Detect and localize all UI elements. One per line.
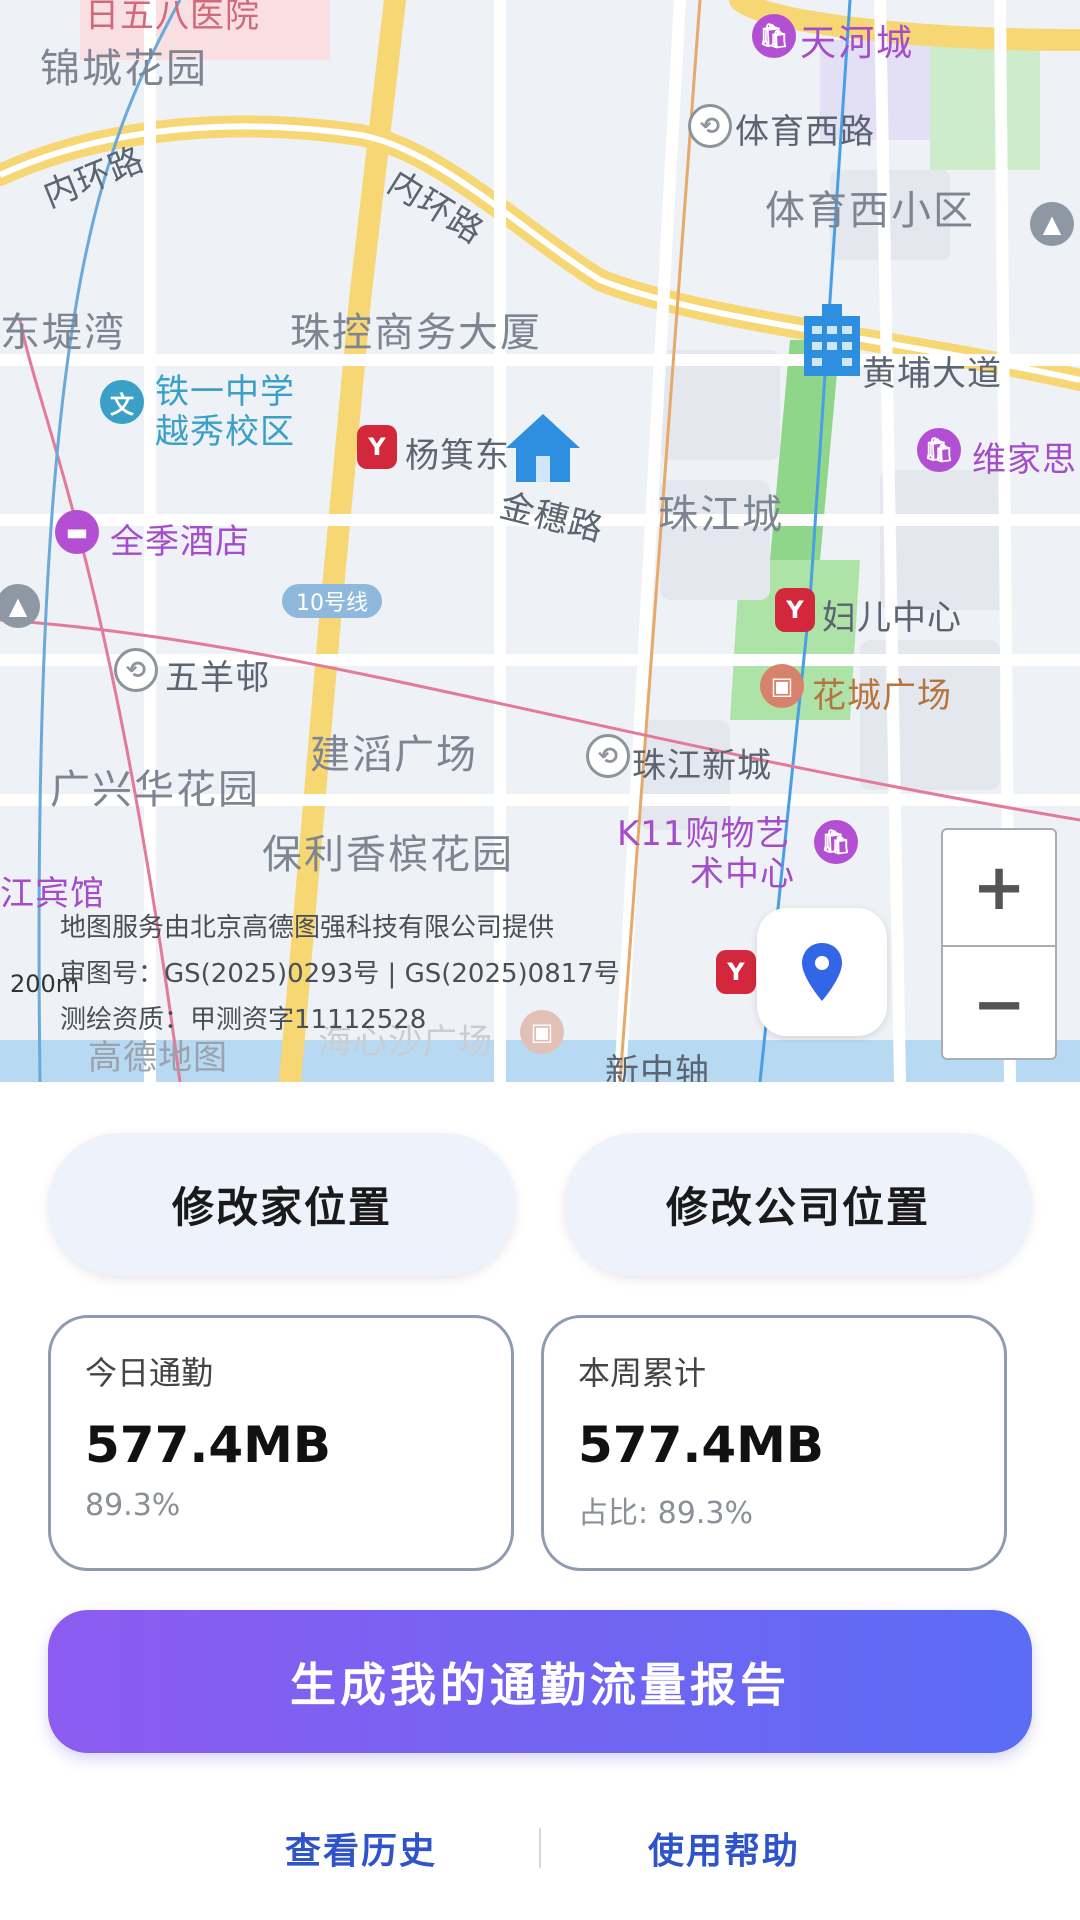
- card-title: 今日通勤: [85, 1354, 214, 1392]
- map-label-guangxing: 广兴华花园: [50, 767, 260, 813]
- map-label-zhujiang-city: 珠江城: [658, 492, 784, 538]
- map-label-jiandao: 建滔广场: [310, 732, 478, 778]
- generate-report-button[interactable]: 生成我的通勤流量报告: [48, 1610, 1032, 1753]
- map-label-zhujiang-new: 珠江新城: [632, 746, 772, 786]
- map-label-dongti: 东堤湾: [0, 310, 126, 356]
- edit-home-button[interactable]: 修改家位置: [48, 1133, 516, 1276]
- help-link[interactable]: 使用帮助: [648, 1822, 800, 1874]
- footer-divider: [539, 1828, 541, 1868]
- edit-company-button[interactable]: 修改公司位置: [564, 1133, 1032, 1276]
- locate-button[interactable]: [757, 908, 887, 1036]
- shopping-bag-icon[interactable]: 🛍: [917, 428, 961, 472]
- map-label-huacheng: 花城广场: [812, 676, 952, 716]
- map-attribution: 地图服务由北京高德图强科技有限公司提供 审图号：GS(2025)0293号 | …: [60, 905, 620, 1043]
- card-title: 本周累计: [578, 1354, 707, 1392]
- metro-station-icon-yangji[interactable]: Y: [357, 425, 397, 469]
- zoom-in-button[interactable]: +: [943, 830, 1055, 947]
- map-label-fuer: 妇儿中心: [822, 598, 962, 638]
- map-label-quanji: 全季酒店: [110, 522, 250, 562]
- home-marker-icon[interactable]: [502, 410, 584, 484]
- map-label-tiyu-district: 体育西小区: [765, 188, 975, 234]
- map-label-huangpu: 黄埔大道: [862, 354, 1002, 394]
- metro-transfer-icon[interactable]: ⟲: [114, 648, 158, 692]
- attribution-line-1: 地图服务由北京高德图强科技有限公司提供: [60, 913, 555, 943]
- map-label-tieyi-2: 越秀校区: [155, 412, 295, 452]
- map-label-tianhe: 天河城: [800, 23, 915, 64]
- card-value: 577.4MB: [85, 1416, 332, 1474]
- card-subtext: 89.3%: [85, 1488, 181, 1523]
- metro-transfer-icon[interactable]: ⟲: [586, 734, 630, 778]
- metro-station-icon-fuer[interactable]: Y: [775, 588, 815, 632]
- map-label-tiyu-road: 体育西路: [735, 112, 875, 152]
- map-label-weijia: 维家思: [972, 440, 1077, 480]
- school-icon[interactable]: 文: [100, 380, 144, 424]
- shopping-bag-icon[interactable]: 🛍: [752, 14, 796, 58]
- map-label-k11-2: 术中心: [690, 854, 795, 894]
- map-view[interactable]: 锦城花园 内环路 内环路 天河城 体育西路 体育西小区 东堤湾 珠控商务大厦 铁…: [0, 0, 1080, 1082]
- metro-station-icon[interactable]: Y: [716, 950, 756, 994]
- attribution-line-2: 审图号：GS(2025)0293号 | GS(2025)0817号: [60, 959, 620, 989]
- map-label-jincheng: 锦城花园: [40, 46, 208, 92]
- week-total-card: 本周累计 577.4MB 占比: 89.3%: [541, 1315, 1007, 1571]
- hotel-icon[interactable]: ▬: [55, 510, 99, 554]
- attribution-line-3: 测绘资质：甲测资字11112528: [60, 1005, 427, 1035]
- map-label-baoli: 保利香槟花园: [262, 832, 514, 878]
- company-marker-icon[interactable]: [796, 300, 868, 380]
- card-value: 577.4MB: [578, 1416, 825, 1474]
- zoom-out-button[interactable]: −: [943, 947, 1055, 1062]
- card-subtext: 占比: 89.3%: [578, 1496, 753, 1531]
- location-pin-icon: [802, 943, 842, 1001]
- map-scale: 200m: [10, 970, 80, 998]
- view-history-link[interactable]: 查看历史: [285, 1822, 437, 1874]
- map-label-zhukong: 珠控商务大厦: [290, 310, 542, 356]
- shopping-bag-icon[interactable]: 🛍: [814, 820, 858, 864]
- zoom-control: + −: [941, 828, 1057, 1060]
- metro-line-badge: 10号线: [282, 584, 382, 618]
- map-label-xinzhong: 新中轴: [605, 1052, 710, 1082]
- bank-icon[interactable]: ▲: [1030, 202, 1074, 246]
- map-label-yangji: 杨箕东: [405, 436, 510, 476]
- map-label-hospital-partial: 日五八医院: [85, 0, 260, 36]
- map-label-wuyang: 五羊邨: [165, 658, 270, 698]
- metro-transfer-icon[interactable]: ⟲: [688, 104, 732, 148]
- today-commute-card: 今日通勤 577.4MB 89.3%: [48, 1315, 514, 1571]
- landmark-icon[interactable]: ▣: [760, 664, 804, 708]
